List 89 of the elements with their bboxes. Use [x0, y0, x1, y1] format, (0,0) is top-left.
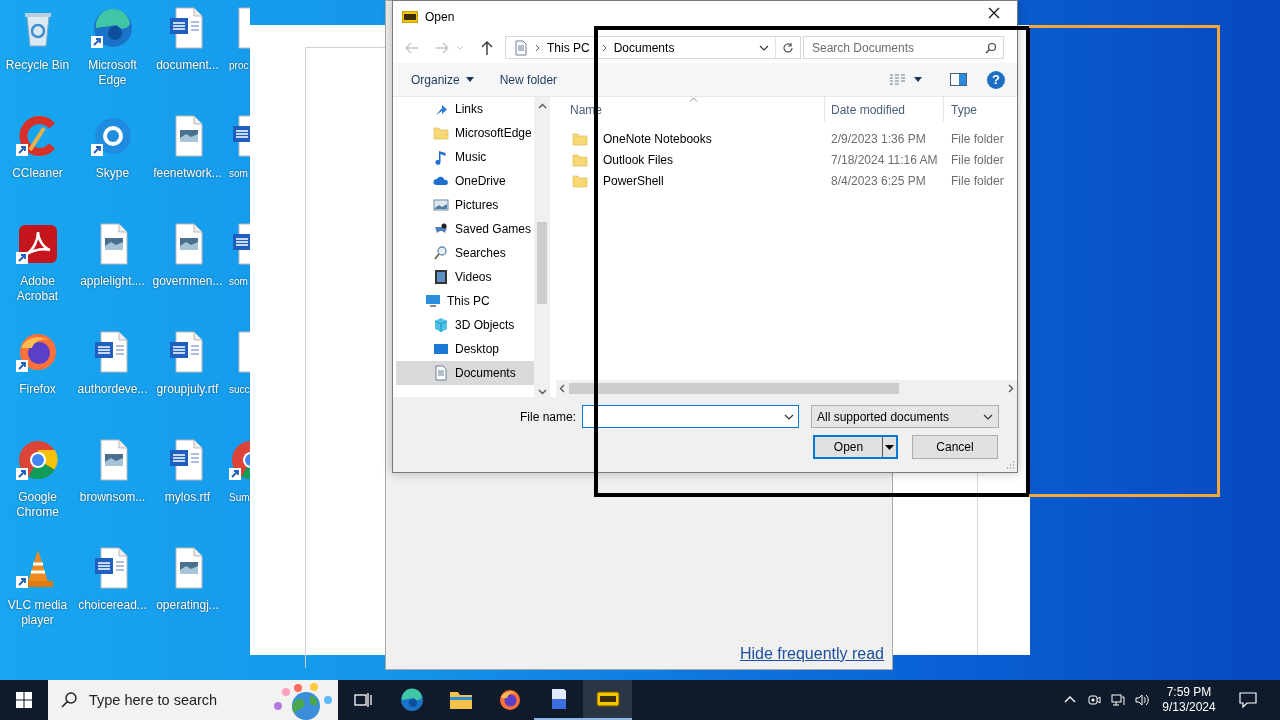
chevron-icon [534, 43, 542, 52]
speaker-icon [1135, 693, 1149, 707]
scroll-down-icon[interactable] [537, 389, 547, 395]
monitor-icon [425, 293, 441, 309]
meeting-icon [1087, 693, 1101, 707]
taskbar-search-field[interactable]: Type here to search [48, 680, 338, 720]
caret-icon [456, 45, 464, 50]
sort-caret-icon [689, 97, 698, 102]
file-name[interactable]: Outlook Files [603, 152, 674, 167]
window-title: Open [425, 9, 456, 24]
tree-item[interactable]: This PC [396, 289, 534, 313]
scroll-right-icon[interactable] [1008, 384, 1014, 393]
folder-icon [572, 172, 588, 189]
file-type: File folder [950, 152, 1004, 167]
scrollbar-thumb[interactable] [569, 383, 899, 394]
speech-bubble-icon [1239, 692, 1257, 708]
file-type: File folder [950, 131, 1004, 146]
app-icon [402, 10, 418, 23]
desktop-icon [433, 341, 449, 357]
file-type: File folder [950, 173, 1004, 188]
folder-icon [572, 151, 588, 168]
picture-icon [433, 197, 449, 213]
caret-icon[interactable] [914, 77, 922, 82]
file-name-label: File name: [519, 409, 576, 424]
dropdown-caret-icon [983, 413, 993, 420]
scroll-up-icon[interactable] [537, 103, 547, 109]
dropdown-caret-icon[interactable] [759, 44, 769, 51]
file-name-field[interactable] [582, 405, 799, 428]
help-button[interactable]: ? [987, 70, 1005, 89]
column-header[interactable]: Type [944, 97, 1016, 122]
up-arrow-icon [481, 40, 493, 55]
vertical-scrollbar[interactable] [534, 97, 550, 397]
dropdown-caret-icon[interactable] [784, 413, 794, 420]
breadcrumb[interactable]: Documents [608, 40, 680, 55]
task-view-icon [353, 692, 372, 708]
network-icon [1111, 693, 1125, 707]
scrollbar-thumb[interactable] [537, 222, 547, 304]
clock[interactable]: 7:59 PM 9/13/2024 [1154, 680, 1224, 720]
forward-arrow-icon [435, 41, 449, 54]
file-type-dropdown[interactable]: All supported documents [811, 405, 999, 428]
music-note-icon [433, 149, 449, 165]
windows-logo-icon [16, 692, 32, 708]
open-split-button[interactable]: Open [813, 435, 898, 459]
tree-item[interactable]: Documents [396, 361, 534, 385]
browser-icon [399, 688, 424, 712]
resize-grip-icon[interactable] [1005, 460, 1015, 470]
tree-item[interactable]: Desktop [396, 337, 534, 361]
chevron-icon [600, 43, 609, 52]
caret-icon [465, 77, 474, 82]
search-field[interactable]: Search Documents [803, 36, 1004, 59]
date-modified: 2/9/2023 1:36 PM [830, 131, 927, 146]
address-bar[interactable]: This PC Documents [505, 36, 801, 59]
tree-item[interactable]: MicrosoftEdge [396, 121, 534, 145]
date-modified: 7/18/2024 11:16 AM [830, 152, 939, 167]
date-modified: 8/4/2023 6:25 PM [830, 173, 927, 188]
hide-frequently-read-link[interactable]: Hide frequently read [739, 645, 884, 663]
tree-item[interactable]: Pictures [396, 193, 534, 217]
cube-icon [433, 317, 449, 333]
document-icon [514, 39, 528, 56]
tree-item[interactable]: Searches [396, 241, 534, 265]
tree-item[interactable]: OneDrive [396, 169, 534, 193]
file-name[interactable]: OneNote Notebooks [603, 131, 712, 146]
search-icon [985, 41, 997, 54]
browser-icon [497, 688, 522, 712]
search-icon [433, 245, 449, 261]
tree-item[interactable]: Music [396, 145, 534, 169]
close-icon [988, 7, 1000, 19]
organize-button[interactable]: Organize [402, 68, 483, 91]
breadcrumb[interactable]: This PC [542, 40, 595, 55]
preview-pane-icon[interactable] [950, 73, 967, 86]
column-header[interactable]: Date modified [825, 97, 944, 122]
back-arrow-icon [405, 41, 419, 54]
tree-item[interactable]: 3D Objects [396, 313, 534, 337]
refresh-icon[interactable] [782, 41, 794, 54]
scroll-left-icon[interactable] [559, 384, 565, 393]
cancel-button[interactable]: Cancel [912, 435, 998, 459]
tree-item[interactable]: Videos [396, 265, 534, 289]
tree-item[interactable]: Saved Games [396, 217, 534, 241]
search-icon [61, 692, 77, 708]
new-folder-button[interactable]: New folder [490, 68, 567, 91]
taskbar-app-button[interactable] [583, 680, 632, 720]
horizontal-scrollbar[interactable] [556, 380, 1017, 397]
folder-icon [572, 130, 588, 147]
caret-icon[interactable] [885, 444, 894, 450]
tree-item[interactable]: Links [396, 97, 534, 121]
document-icon [433, 365, 449, 381]
file-name[interactable]: PowerShell [603, 173, 664, 188]
film-icon [433, 269, 449, 285]
folder-icon [433, 125, 449, 141]
